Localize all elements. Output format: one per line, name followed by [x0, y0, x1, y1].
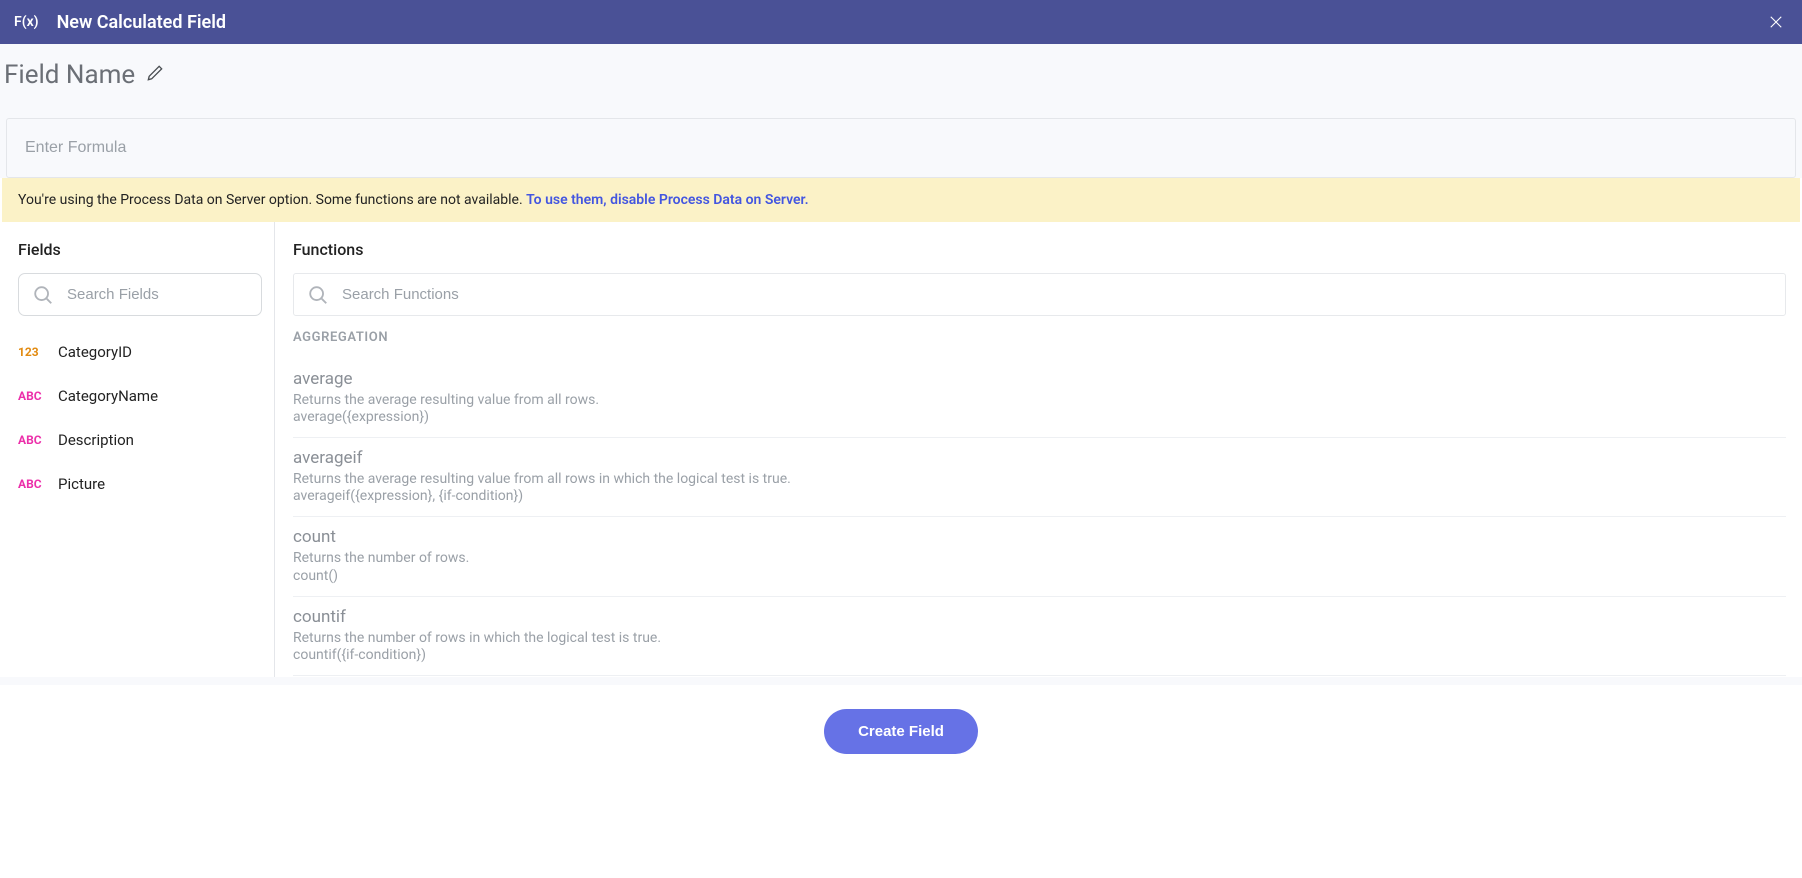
edit-icon[interactable] [145, 63, 165, 87]
functions-panel: Functions AGGREGATION average Returns th… [275, 222, 1800, 677]
field-item-description[interactable]: ABC Description [18, 418, 262, 462]
spacer [0, 677, 1802, 685]
warning-banner: You're using the Process Data on Server … [2, 178, 1800, 222]
search-icon [307, 284, 329, 306]
create-field-button[interactable]: Create Field [824, 709, 978, 754]
function-name: count [293, 527, 1786, 547]
function-signature: averageif({expression}, {if-condition}) [293, 488, 1786, 504]
function-item-average[interactable]: average Returns the average resulting va… [293, 359, 1786, 438]
warning-text: You're using the Process Data on Server … [18, 192, 526, 208]
function-name: averageif [293, 448, 1786, 468]
field-type-text-icon: ABC [18, 433, 44, 447]
function-name: average [293, 369, 1786, 389]
function-description: Returns the number of rows. [293, 549, 1786, 567]
fields-search-wrapper [18, 273, 262, 316]
functions-title: Functions [293, 240, 1786, 259]
functions-search-input[interactable] [293, 273, 1786, 316]
fields-title: Fields [18, 240, 262, 259]
footer: Create Field [0, 685, 1802, 778]
panels-container: Fields 123 CategoryID ABC CategoryName A… [2, 222, 1800, 677]
formula-container [0, 106, 1802, 178]
function-list: average Returns the average resulting va… [293, 359, 1786, 676]
function-item-count[interactable]: count Returns the number of rows. count(… [293, 517, 1786, 596]
field-name-label: Field Name [4, 60, 135, 90]
warning-link[interactable]: To use them, disable Process Data on Ser… [526, 192, 808, 208]
field-item-categoryid[interactable]: 123 CategoryID [18, 330, 262, 374]
field-type-number-icon: 123 [18, 345, 44, 359]
function-description: Returns the average resulting value from… [293, 391, 1786, 409]
fx-icon: F(x) [14, 14, 39, 30]
field-label: Description [58, 431, 134, 449]
field-name-section: Field Name [0, 44, 1802, 106]
field-label: CategoryID [58, 343, 132, 361]
function-signature: countif({if-condition}) [293, 647, 1786, 663]
formula-input[interactable] [6, 118, 1796, 178]
function-signature: count() [293, 568, 1786, 584]
function-signature: average({expression}) [293, 409, 1786, 425]
functions-search-wrapper [293, 273, 1786, 316]
function-description: Returns the average resulting value from… [293, 470, 1786, 488]
field-label: Picture [58, 475, 105, 493]
field-list: 123 CategoryID ABC CategoryName ABC Desc… [18, 330, 262, 506]
field-type-text-icon: ABC [18, 389, 44, 403]
dialog-title: New Calculated Field [57, 12, 226, 33]
dialog-header: F(x) New Calculated Field [0, 0, 1802, 44]
field-type-text-icon: ABC [18, 477, 44, 491]
fields-search-input[interactable] [18, 273, 262, 316]
search-icon [32, 284, 54, 306]
function-group-title: AGGREGATION [293, 330, 1786, 345]
close-icon[interactable] [1766, 12, 1786, 32]
function-item-countif[interactable]: countif Returns the number of rows in wh… [293, 597, 1786, 676]
field-item-picture[interactable]: ABC Picture [18, 462, 262, 506]
function-item-averageif[interactable]: averageif Returns the average resulting … [293, 438, 1786, 517]
field-item-categoryname[interactable]: ABC CategoryName [18, 374, 262, 418]
fields-panel: Fields 123 CategoryID ABC CategoryName A… [2, 222, 275, 677]
function-name: countif [293, 607, 1786, 627]
field-label: CategoryName [58, 387, 158, 405]
function-description: Returns the number of rows in which the … [293, 629, 1786, 647]
